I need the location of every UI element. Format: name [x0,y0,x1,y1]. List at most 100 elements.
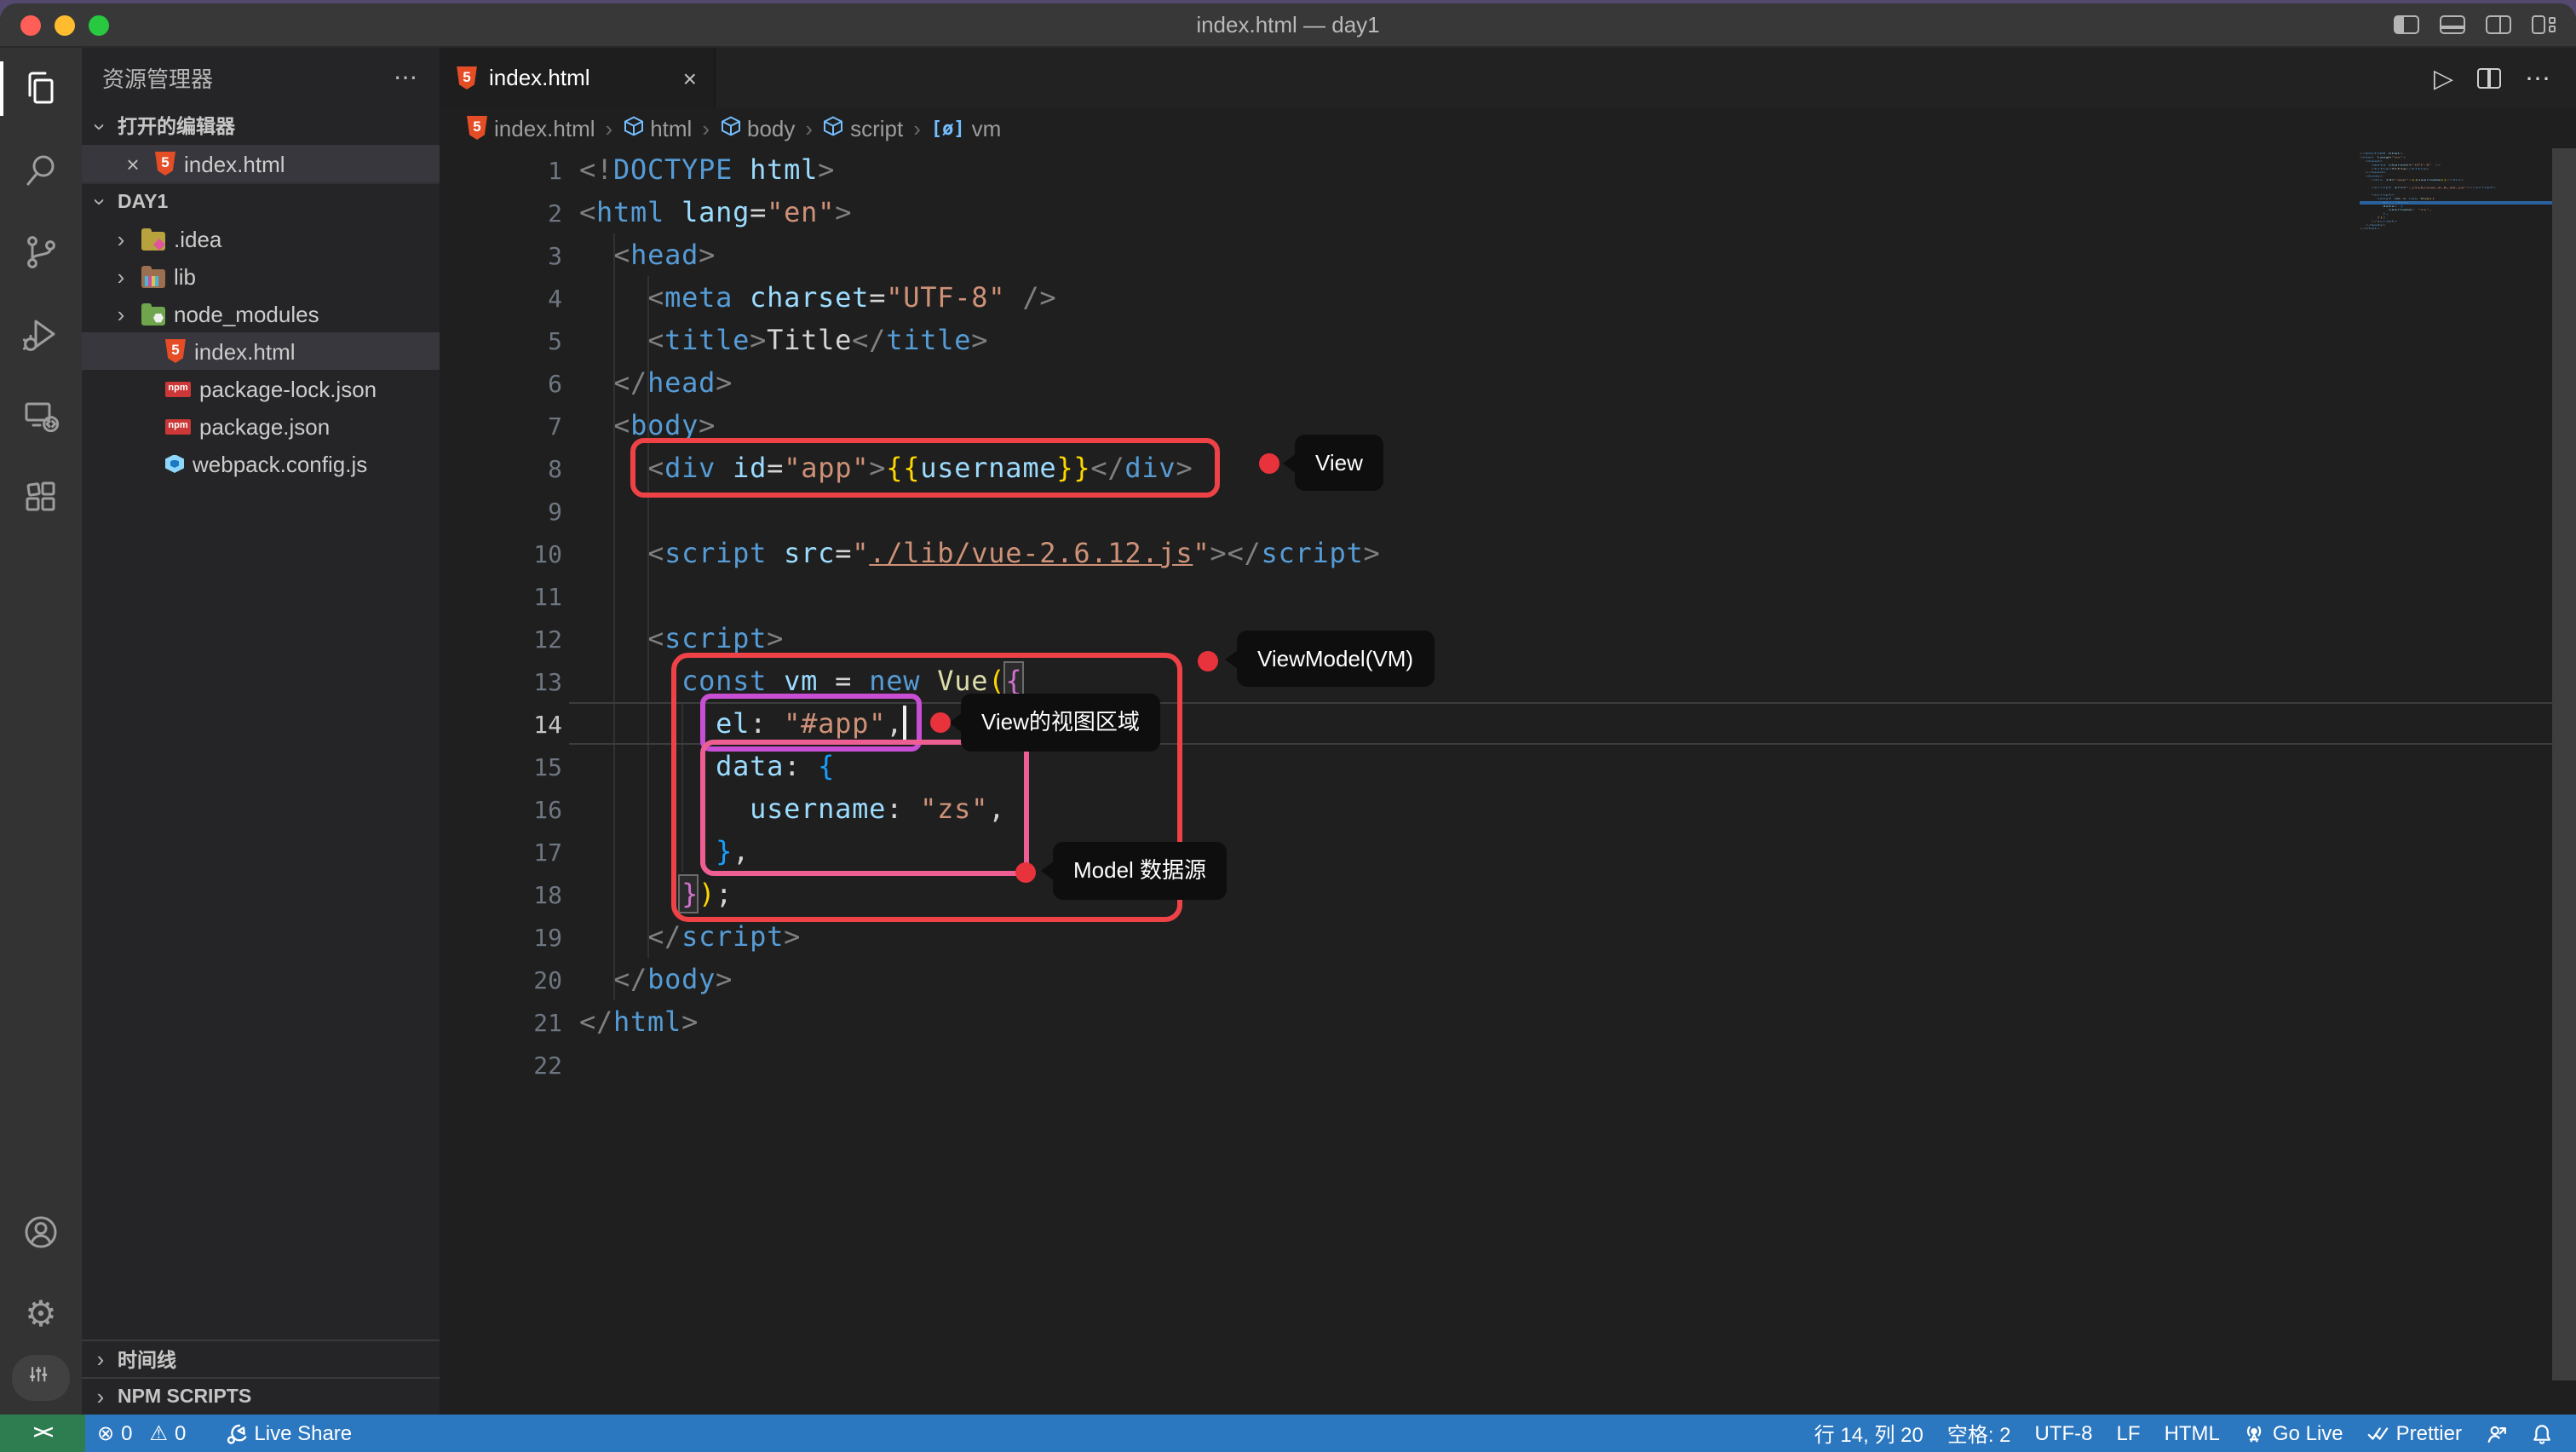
status-notifications[interactable] [2520,1422,2566,1444]
tree-item-node-modules[interactable]: ›node_modules [82,295,440,332]
code-line-2[interactable]: 2<html lang="en"> [440,191,2576,233]
symbol-variable-icon: [ø] [931,117,965,139]
customize-layout-icon[interactable] [2532,15,2559,34]
vscode-window: index.html — day1 ⚙ 资源管理器 ⋯ [0,3,2576,1452]
breadcrumb-item-html[interactable]: html [623,115,692,141]
status-language[interactable]: HTML [2153,1421,2232,1445]
tree-item-label: lib [174,263,196,289]
line-number: 12 [440,620,562,663]
chevron-right-icon: › [89,1346,112,1372]
chevron-right-icon: › [109,301,133,326]
zoom-window-button[interactable] [89,14,109,35]
status-label: LF [2117,1421,2141,1445]
tab-index-html[interactable]: 5 index.html × [440,48,716,107]
status-person[interactable] [2474,1422,2520,1444]
status-label: HTML [2165,1421,2220,1445]
title-bar[interactable]: index.html — day1 [0,3,2576,48]
activity-source-control[interactable] [0,211,82,293]
close-icon[interactable]: × [119,151,147,176]
activity-settings[interactable]: ⚙ [0,1273,82,1355]
tree-item--idea[interactable]: ›.idea [82,220,440,257]
tree-item-index-html[interactable]: 5index.html [82,332,440,370]
tab-bar: 5 index.html × ▷ ⋯ [440,48,2576,107]
open-editor-item[interactable]: ×5index.html [82,145,440,182]
more-actions-icon[interactable]: ⋯ [394,63,419,92]
code-line-6[interactable]: 6 </head> [440,361,2576,404]
scrollbar[interactable] [2552,148,2576,1380]
status-bar: >< ⊗0⚠0 Live Share 行 14, 列 20 空格: 2 UTF-8 LF… [0,1415,2576,1452]
line-number: 1 [440,152,562,194]
code-line-5[interactable]: 5 <title>Title</title> [440,319,2576,361]
minimap[interactable]: <!DOCTYPE html><html lang="en"> <head> <… [2360,152,2552,373]
desktop: index.html — day1 ⚙ 资源管理器 ⋯ [0,0,2576,1452]
code-line-1[interactable]: 1<!DOCTYPE html> [440,148,2576,191]
breadcrumb-item-index.html[interactable]: 5index.html [467,115,595,141]
line-number: 4 [440,279,562,322]
status-prettier[interactable]: Prettier [2355,1421,2474,1445]
extensions-icon [20,477,61,518]
project-section[interactable]: › DAY1 [82,182,440,220]
toggle-sidebar-icon[interactable] [2394,15,2419,34]
annotation-label-view: View [1295,435,1383,491]
activity-search[interactable] [0,130,82,211]
activity-accounts[interactable] [0,1191,82,1273]
close-window-button[interactable] [20,14,41,35]
line-number: 13 [440,663,562,706]
status-go-live[interactable]: Go Live [2232,1421,2355,1445]
status-label: 空格: 2 [1947,1419,2011,1448]
code-line-20[interactable]: 20 </body> [440,958,2576,1000]
person-icon [2486,1422,2508,1444]
open-editors-section[interactable]: › 打开的编辑器 [82,107,440,145]
status-live-share[interactable]: Live Share [211,1421,364,1445]
activity-remote-explorer[interactable] [0,375,82,457]
activity-run-debug[interactable] [0,293,82,375]
remote-indicator[interactable]: >< [0,1415,85,1452]
more-actions-icon[interactable]: ⋯ [2525,62,2552,93]
toggle-secondary-sidebar-icon[interactable] [2486,15,2511,34]
line-number: 20 [440,961,562,1004]
code-line-10[interactable]: 10 <script src="./lib/vue-2.6.12.js"></s… [440,532,2576,574]
tree-item-label: package.json [199,413,330,439]
breadcrumb-item-script[interactable]: script [823,115,903,141]
account-icon [20,1212,61,1253]
explorer-sidebar: 资源管理器 ⋯ › 打开的编辑器 ×5index.html › DAY1 ›.i… [82,48,440,1415]
code-line-22[interactable] [2360,230,2552,233]
tree-item-webpack-config-js[interactable]: webpack.config.js [82,445,440,482]
split-editor-icon[interactable] [2477,67,2501,88]
breadcrumb-separator: › [606,115,613,141]
activity-explorer[interactable] [0,48,82,130]
timeline-section[interactable]: › 时间线 [82,1340,440,1377]
code-line-22[interactable]: 22 [440,1043,2576,1086]
toggle-panel-icon[interactable] [2440,15,2465,34]
html-icon: 5 [467,116,487,140]
chevron-right-icon: › [109,263,133,289]
status-indentation[interactable]: 空格: 2 [1935,1419,2023,1448]
tree-item-package-json[interactable]: npmpackage.json [82,407,440,445]
breadcrumb-item-body[interactable]: body [720,115,795,141]
run-button[interactable]: ▷ [2434,62,2453,93]
status-encoding[interactable]: UTF-8 [2023,1421,2105,1445]
timeline-label: 时间线 [118,1345,176,1373]
code-line-4[interactable]: 4 <meta charset="UTF-8" /> [440,276,2576,319]
annotation-label-el-region: View的视图区域 [961,694,1160,752]
code-line-11[interactable]: 11 [440,574,2576,617]
status-problems[interactable]: ⊗0⚠0 [85,1421,198,1445]
line-number: 16 [440,791,562,833]
breadcrumb-item-vm[interactable]: [ø]vm [931,115,1001,141]
activity-tune[interactable] [12,1355,70,1401]
project-root-label: DAY1 [118,192,168,212]
folder-node-icon [141,306,165,325]
code-line-3[interactable]: 3 <head> [440,233,2576,276]
status-cursor-position[interactable]: 行 14, 列 20 [1803,1419,1935,1448]
minimize-window-button[interactable] [55,14,75,35]
html-icon: 5 [165,339,186,363]
tree-item-lib[interactable]: › lib [82,257,440,295]
activity-extensions[interactable] [0,457,82,539]
npm-scripts-section[interactable]: › NPM SCRIPTS [82,1377,440,1415]
tree-item-label: package-lock.json [199,376,377,401]
close-tab-icon[interactable]: × [683,64,697,91]
search-icon [20,150,61,191]
code-line-21[interactable]: 21</html> [440,1000,2576,1043]
tree-item-package-lock-json[interactable]: npmpackage-lock.json [82,370,440,407]
status-eol[interactable]: LF [2105,1421,2153,1445]
